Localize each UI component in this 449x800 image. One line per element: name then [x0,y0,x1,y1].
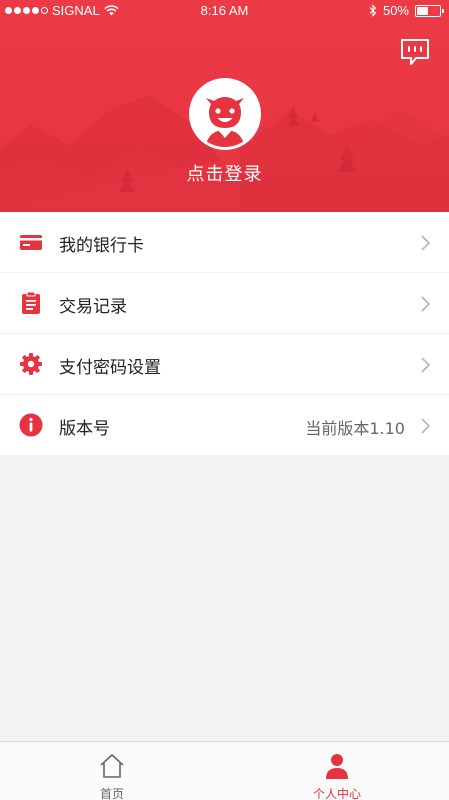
clipboard-icon [22,291,40,314]
gear-icon [20,353,42,375]
tab-home[interactable]: 首页 [0,742,224,800]
menu-item-bank-card[interactable]: 我的银行卡 [0,212,449,273]
login-link[interactable]: 点击登录 [0,160,449,186]
smiley-avatar-icon [205,97,245,147]
tab-label: 首页 [99,787,124,800]
menu-label: 版本号 [59,419,110,439]
chevron-right-icon [421,296,431,312]
battery-icon [415,4,444,17]
home-icon [100,754,124,778]
menu-item-payment-password[interactable]: 支付密码设置 [0,334,449,395]
bluetooth-icon [369,4,377,17]
user-icon [326,754,348,779]
menu-item-transactions[interactable]: 交易记录 [0,273,449,334]
battery-percent: 50% [382,3,409,18]
info-icon [19,413,43,437]
status-bar: SIGNAL 8:16 AM 50% [0,0,449,22]
menu-item-version[interactable]: 版本号 当前版本1.10 [0,395,449,455]
menu-label: 交易记录 [59,297,127,317]
menu-label: 支付密码设置 [59,358,161,378]
version-value: 当前版本1.10 [305,419,405,438]
tab-label: 个人中心 [312,787,361,800]
chevron-right-icon [421,357,431,373]
battery-indicator: 50% [369,3,444,18]
profile-header: SIGNAL 8:16 AM 50% 点击登录 [0,0,449,212]
chat-bubble-icon[interactable] [399,37,431,67]
menu-label: 我的银行卡 [59,236,144,256]
chevron-right-icon [421,418,431,434]
settings-menu: 我的银行卡 交易记录 支付密码设置 版本号 当前版本1.10 [0,212,449,455]
tab-profile[interactable]: 个人中心 [225,742,449,800]
tab-bar: 首页 个人中心 [0,741,449,800]
bank-card-icon [20,235,42,250]
user-avatar[interactable] [189,78,261,150]
chevron-right-icon [421,235,431,251]
